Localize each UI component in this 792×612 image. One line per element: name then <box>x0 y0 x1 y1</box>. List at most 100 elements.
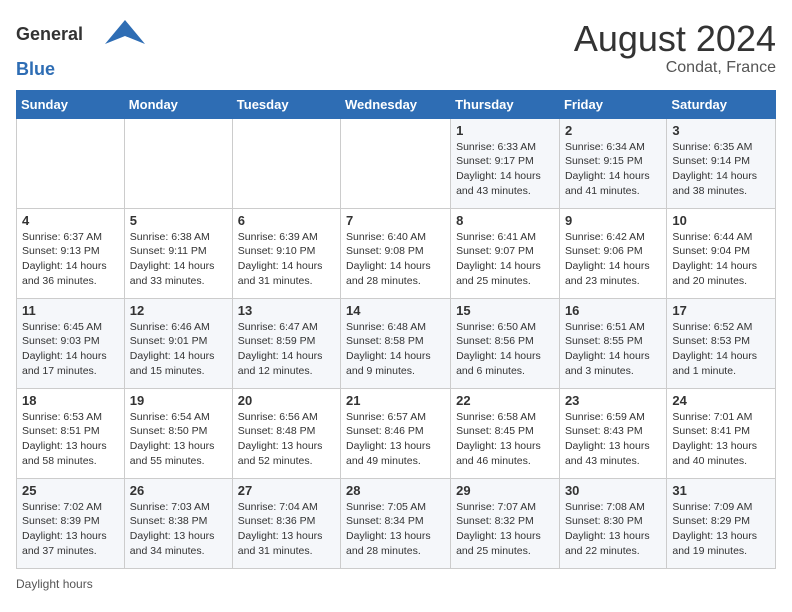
day-info: Sunrise: 6:34 AMSunset: 9:15 PMDaylight:… <box>565 140 661 199</box>
day-number: 12 <box>130 303 227 318</box>
calendar-header: SundayMondayTuesdayWednesdayThursdayFrid… <box>17 90 776 118</box>
calendar-cell: 13 Sunrise: 6:47 AMSunset: 8:59 PMDayligh… <box>232 298 340 388</box>
day-info: Sunrise: 6:47 AMSunset: 8:59 PMDaylight:… <box>238 320 335 379</box>
logo-text-general: General <box>16 24 83 44</box>
day-number: 17 <box>672 303 770 318</box>
month-title: August 2024 <box>574 19 776 59</box>
daylight-label: Daylight hours <box>16 577 93 591</box>
calendar-cell <box>341 118 451 208</box>
day-number: 23 <box>565 393 661 408</box>
day-number: 21 <box>346 393 445 408</box>
day-number: 30 <box>565 483 661 498</box>
day-info: Sunrise: 6:56 AMSunset: 8:48 PMDaylight:… <box>238 410 335 469</box>
calendar-cell: 23Sunrise: 6:59 AMSunset: 8:43 PMDayligh… <box>559 388 666 478</box>
day-info: Sunrise: 6:48 AMSunset: 8:58 PMDaylight:… <box>346 320 445 379</box>
day-number: 20 <box>238 393 335 408</box>
day-info: Sunrise: 6:40 AMSunset: 9:08 PMDaylight:… <box>346 230 445 289</box>
column-header-saturday: Saturday <box>667 90 776 118</box>
day-number: 5 <box>130 213 227 228</box>
title-block: August 2024 Condat, France <box>574 19 776 77</box>
calendar-cell <box>17 118 125 208</box>
calendar-cell: 2 Sunrise: 6:34 AMSunset: 9:15 PMDaylight… <box>559 118 666 208</box>
calendar-cell: 11 Sunrise: 6:45 AMSunset: 9:03 PMDayligh… <box>17 298 125 388</box>
day-number: 18 <box>22 393 119 408</box>
day-number: 8 <box>456 213 554 228</box>
calendar-cell: 8 Sunrise: 6:41 AMSunset: 9:07 PMDaylight… <box>451 208 560 298</box>
day-number: 16 <box>565 303 661 318</box>
day-number: 27 <box>238 483 335 498</box>
logo-bird-icon <box>85 16 165 56</box>
day-number: 2 <box>565 123 661 138</box>
day-info: Sunrise: 6:44 AMSunset: 9:04 PMDaylight:… <box>672 230 770 289</box>
day-info: Sunrise: 6:46 AMSunset: 9:01 PMDaylight:… <box>130 320 227 379</box>
location-title: Condat, France <box>574 59 776 77</box>
calendar-cell: 21 Sunrise: 6:57 AMSunset: 8:46 PMDayligh… <box>341 388 451 478</box>
day-info: Sunrise: 6:58 AMSunset: 8:45 PMDaylight:… <box>456 410 554 469</box>
calendar-week-2: 4Sunrise: 6:37 AMSunset: 9:13 PMDaylight… <box>17 208 776 298</box>
calendar-cell: 20 Sunrise: 6:56 AMSunset: 8:48 PMDayligh… <box>232 388 340 478</box>
day-info: Sunrise: 6:52 AMSunset: 8:53 PMDaylight:… <box>672 320 770 379</box>
calendar-cell: 31Sunrise: 7:09 AMSunset: 8:29 PMDayligh… <box>667 478 776 568</box>
column-header-sunday: Sunday <box>17 90 125 118</box>
day-info: Sunrise: 7:04 AMSunset: 8:36 PMDaylight:… <box>238 500 335 559</box>
day-number: 7 <box>346 213 445 228</box>
column-header-friday: Friday <box>559 90 666 118</box>
day-info: Sunrise: 6:57 AMSunset: 8:46 PMDaylight:… <box>346 410 445 469</box>
day-info: Sunrise: 6:41 AMSunset: 9:07 PMDaylight:… <box>456 230 554 289</box>
calendar-cell: 19Sunrise: 6:54 AMSunset: 8:50 PMDayligh… <box>124 388 232 478</box>
day-info: Sunrise: 7:01 AMSunset: 8:41 PMDaylight:… <box>672 410 770 469</box>
day-info: Sunrise: 6:45 AMSunset: 9:03 PMDaylight:… <box>22 320 119 379</box>
day-info: Sunrise: 6:53 AMSunset: 8:51 PMDaylight:… <box>22 410 119 469</box>
footer: Daylight hours <box>16 577 776 591</box>
calendar-cell: 6 Sunrise: 6:39 AMSunset: 9:10 PMDaylight… <box>232 208 340 298</box>
calendar-cell: 4Sunrise: 6:37 AMSunset: 9:13 PMDaylight… <box>17 208 125 298</box>
day-info: Sunrise: 7:05 AMSunset: 8:34 PMDaylight:… <box>346 500 445 559</box>
day-number: 31 <box>672 483 770 498</box>
day-info: Sunrise: 6:37 AMSunset: 9:13 PMDaylight:… <box>22 230 119 289</box>
day-info: Sunrise: 7:03 AMSunset: 8:38 PMDaylight:… <box>130 500 227 559</box>
calendar-cell: 7 Sunrise: 6:40 AMSunset: 9:08 PMDaylight… <box>341 208 451 298</box>
day-number: 6 <box>238 213 335 228</box>
day-info: Sunrise: 6:38 AMSunset: 9:11 PMDaylight:… <box>130 230 227 289</box>
day-number: 13 <box>238 303 335 318</box>
calendar-header-row: SundayMondayTuesdayWednesdayThursdayFrid… <box>17 90 776 118</box>
day-number: 11 <box>22 303 119 318</box>
day-number: 10 <box>672 213 770 228</box>
day-number: 28 <box>346 483 445 498</box>
calendar-cell: 15 Sunrise: 6:50 AMSunset: 8:56 PMDayligh… <box>451 298 560 388</box>
calendar-week-5: 25 Sunrise: 7:02 AMSunset: 8:39 PMDayligh… <box>17 478 776 568</box>
logo-text-blue: Blue <box>16 59 55 79</box>
day-number: 19 <box>130 393 227 408</box>
day-info: Sunrise: 7:02 AMSunset: 8:39 PMDaylight:… <box>22 500 119 559</box>
column-header-monday: Monday <box>124 90 232 118</box>
calendar-cell: 27 Sunrise: 7:04 AMSunset: 8:36 PMDayligh… <box>232 478 340 568</box>
calendar-cell: 25 Sunrise: 7:02 AMSunset: 8:39 PMDayligh… <box>17 478 125 568</box>
day-info: Sunrise: 6:50 AMSunset: 8:56 PMDaylight:… <box>456 320 554 379</box>
calendar-cell <box>232 118 340 208</box>
day-info: Sunrise: 6:51 AMSunset: 8:55 PMDaylight:… <box>565 320 661 379</box>
calendar-cell: 9Sunrise: 6:42 AMSunset: 9:06 PMDaylight… <box>559 208 666 298</box>
day-info: Sunrise: 7:07 AMSunset: 8:32 PMDaylight:… <box>456 500 554 559</box>
calendar-week-3: 11 Sunrise: 6:45 AMSunset: 9:03 PMDayligh… <box>17 298 776 388</box>
day-info: Sunrise: 6:42 AMSunset: 9:06 PMDaylight:… <box>565 230 661 289</box>
calendar-cell: 24Sunrise: 7:01 AMSunset: 8:41 PMDayligh… <box>667 388 776 478</box>
calendar-cell: 3Sunrise: 6:35 AMSunset: 9:14 PMDaylight… <box>667 118 776 208</box>
column-header-tuesday: Tuesday <box>232 90 340 118</box>
day-number: 25 <box>22 483 119 498</box>
column-header-thursday: Thursday <box>451 90 560 118</box>
logo: General Blue <box>16 16 165 80</box>
calendar-table: SundayMondayTuesdayWednesdayThursdayFrid… <box>16 90 776 569</box>
calendar-cell: 1 Sunrise: 6:33 AMSunset: 9:17 PMDaylight… <box>451 118 560 208</box>
calendar-cell: 29Sunrise: 7:07 AMSunset: 8:32 PMDayligh… <box>451 478 560 568</box>
calendar-week-4: 18 Sunrise: 6:53 AMSunset: 8:51 PMDayligh… <box>17 388 776 478</box>
day-number: 15 <box>456 303 554 318</box>
day-number: 3 <box>672 123 770 138</box>
day-number: 1 <box>456 123 554 138</box>
calendar-cell: 12 Sunrise: 6:46 AMSunset: 9:01 PMDayligh… <box>124 298 232 388</box>
calendar-cell: 14 Sunrise: 6:48 AMSunset: 8:58 PMDayligh… <box>341 298 451 388</box>
day-number: 26 <box>130 483 227 498</box>
day-info: Sunrise: 6:33 AMSunset: 9:17 PMDaylight:… <box>456 140 554 199</box>
day-info: Sunrise: 6:39 AMSunset: 9:10 PMDaylight:… <box>238 230 335 289</box>
day-number: 14 <box>346 303 445 318</box>
calendar-cell: 18 Sunrise: 6:53 AMSunset: 8:51 PMDayligh… <box>17 388 125 478</box>
